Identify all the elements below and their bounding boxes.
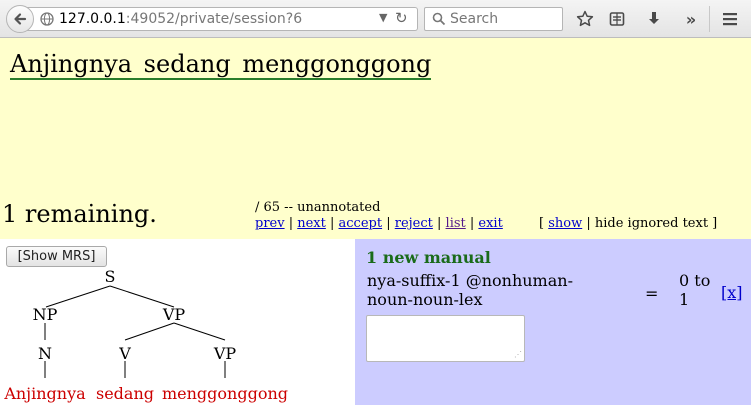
arrow-left-icon: [14, 13, 27, 25]
tree-node-n[interactable]: N: [38, 344, 52, 363]
show-mrs-button[interactable]: [Show MRS]: [6, 246, 107, 267]
browser-toolbar: 127.0.0.1:49052/private/session?6 ▼ ↻ Se…: [0, 0, 751, 38]
tree-node-vp[interactable]: VP: [162, 305, 186, 324]
overflow-chevrons-icon[interactable]: »: [681, 9, 701, 29]
search-icon: [432, 12, 446, 30]
tree-leaf: Anjingnya: [3, 384, 86, 403]
sentence-text: Anjingnya sedang menggonggong: [10, 50, 432, 80]
download-icon[interactable]: [644, 9, 664, 29]
hamburger-menu-icon[interactable]: [720, 9, 740, 29]
exit-link[interactable]: exit: [478, 216, 502, 231]
tree-edge: [45, 285, 111, 308]
url-bar[interactable]: 127.0.0.1:49052/private/session?6 ▼ ↻: [22, 7, 418, 31]
tree-edge: [109, 285, 175, 308]
parse-tree-panel: S NP VP N V VP Anjingnya sedang menggong…: [0, 239, 355, 405]
globe-icon: [40, 12, 54, 30]
tree-node-vp2[interactable]: VP: [213, 344, 237, 363]
reload-icon[interactable]: ↻: [395, 9, 408, 27]
accept-link[interactable]: accept: [339, 216, 383, 231]
remaining-count: 1 remaining.: [2, 200, 157, 228]
rule-name: nya-suffix-1 @nonhuman-noun-noun-lex: [367, 271, 573, 309]
prev-link[interactable]: prev: [255, 216, 285, 231]
manual-annotation-panel: 1 new manual nya-suffix-1 @nonhuman-noun…: [355, 239, 751, 405]
bookmark-star-icon[interactable]: [575, 9, 595, 29]
list-link[interactable]: list: [446, 216, 466, 231]
reject-link[interactable]: reject: [395, 216, 433, 231]
chevron-down-icon[interactable]: ▼: [379, 11, 387, 24]
tree-edge: [173, 322, 226, 341]
equals-sign: =: [645, 284, 659, 303]
tree-node-np[interactable]: NP: [33, 305, 58, 324]
toolbar-separator: [709, 6, 710, 32]
tree-node-s[interactable]: S: [105, 267, 116, 286]
url-text: 127.0.0.1:49052/private/session?6: [59, 11, 303, 27]
show-ignored-link[interactable]: show: [548, 216, 582, 231]
next-link[interactable]: next: [297, 216, 326, 231]
search-placeholder: Search: [450, 11, 499, 27]
manual-title: 1 new manual: [366, 248, 491, 267]
resize-grip-icon[interactable]: ⋰: [514, 350, 522, 359]
sentence-panel: Anjingnya sedang menggonggong 1 remainin…: [0, 38, 751, 239]
token-range: 0 to 1: [679, 271, 711, 309]
remove-link[interactable]: [x]: [721, 283, 743, 302]
note-textarea[interactable]: ⋰: [366, 315, 525, 362]
tree-leaf: sedang: [96, 384, 154, 403]
item-count-status: / 65 -- unannotated: [255, 200, 381, 215]
navigation-links: prev | next | accept | reject | list | e…: [255, 216, 503, 231]
tree-leaf: menggonggong: [162, 384, 288, 403]
ignored-text-toggle: [ show | hide ignored text ]: [539, 216, 718, 231]
tree-edge: [124, 322, 175, 341]
search-input[interactable]: Search: [424, 7, 563, 31]
tree-node-v[interactable]: V: [118, 344, 131, 363]
reading-list-icon[interactable]: [607, 9, 627, 29]
back-button[interactable]: [6, 5, 34, 33]
